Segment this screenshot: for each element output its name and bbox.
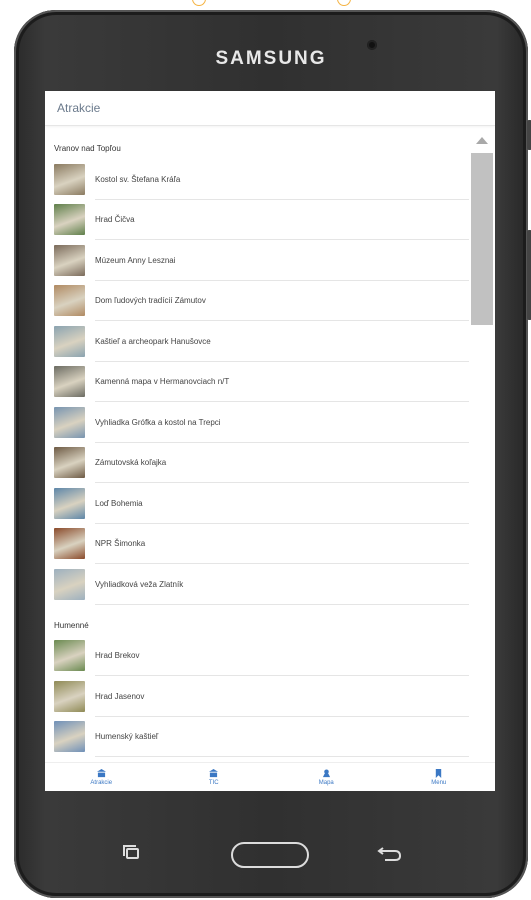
list-item[interactable]: Hrad Brekov xyxy=(45,636,469,677)
device-brand: SAMSUNG xyxy=(215,48,327,69)
front-camera xyxy=(367,40,377,50)
attraction-label: Hrad Jasenov xyxy=(95,691,145,701)
building-icon xyxy=(209,768,219,777)
attraction-label: Humenský kaštieľ xyxy=(95,732,159,742)
page-indicator-ring xyxy=(337,0,351,6)
app-header: Atrakcie xyxy=(45,91,495,126)
attractions-list[interactable]: Vranov nad Topľou Kostol sv. Štefana Krá… xyxy=(45,126,469,780)
list-item[interactable]: Múzeum Anny Lesznai xyxy=(45,240,469,281)
list-item[interactable]: Kostol sv. Štefana Kráľa xyxy=(45,159,469,200)
attraction-thumbnail xyxy=(54,163,85,195)
attraction-thumbnail xyxy=(54,487,85,519)
list-item[interactable]: Zámutovská koľajka xyxy=(45,443,469,484)
attraction-thumbnail xyxy=(54,325,85,357)
attraction-thumbnail xyxy=(54,568,85,600)
attraction-label: Kostol sv. Štefana Kráľa xyxy=(95,174,181,184)
scrollbar[interactable] xyxy=(471,129,493,783)
page-indicator-ring xyxy=(192,0,206,6)
app-screen: Atrakcie Vranov nad Topľou Kostol sv. Št… xyxy=(45,91,495,791)
section: Humenné Hrad Brekov Hrad Jasenov Humenský … xyxy=(45,605,469,758)
attraction-thumbnail xyxy=(54,680,85,712)
list-item[interactable]: Vyhliadka Grófka a kostol na Trepci xyxy=(45,402,469,443)
list-item[interactable]: Vyhliadková veža Zlatník xyxy=(45,564,469,605)
bookmark-icon xyxy=(436,768,442,778)
attraction-label: Kamenná mapa v Hermanovciach n/T xyxy=(95,377,230,387)
tab-tic[interactable]: TIC xyxy=(158,763,271,791)
scrollbar-thumb[interactable] xyxy=(471,153,493,325)
attraction-thumbnail xyxy=(54,285,85,317)
attraction-label: Vyhliadka Grófka a kostol na Trepci xyxy=(95,417,221,427)
attraction-label: Vyhliadková veža Zlatník xyxy=(95,579,184,589)
attraction-thumbnail xyxy=(54,406,85,438)
section-title: Humenné xyxy=(54,620,89,630)
volume-button xyxy=(527,120,531,150)
attraction-thumbnail xyxy=(54,366,85,398)
attraction-label: Loď Bohemia xyxy=(95,498,143,508)
list-item[interactable]: Dom ľudových tradícií Zámutov xyxy=(45,281,469,322)
tab-label: Atrakcie xyxy=(90,779,113,786)
list-item[interactable]: Kamenná mapa v Hermanovciach n/T xyxy=(45,362,469,403)
tab-label: TIC xyxy=(208,779,219,786)
attraction-label: Dom ľudových tradícií Zámutov xyxy=(95,296,206,306)
page-title: Atrakcie xyxy=(57,101,101,115)
attraction-thumbnail xyxy=(54,721,85,753)
recent-apps-button[interactable] xyxy=(123,845,139,859)
back-button[interactable] xyxy=(377,846,403,862)
scroll-up-arrow-icon[interactable] xyxy=(476,137,488,144)
tab-atrakcie[interactable]: Atrakcie xyxy=(45,763,158,791)
page-indicator xyxy=(0,0,531,6)
attraction-label: NPR Šimonka xyxy=(95,539,146,549)
attraction-thumbnail xyxy=(54,204,85,236)
tab-menu[interactable]: Menu xyxy=(383,763,496,791)
attraction-thumbnail xyxy=(54,447,85,479)
list-item[interactable]: Kaštieľ a archeopark Hanušovce xyxy=(45,321,469,362)
attraction-thumbnail xyxy=(54,244,85,276)
attraction-thumbnail xyxy=(54,640,85,672)
attraction-label: Múzeum Anny Lesznai xyxy=(95,255,176,265)
attraction-label: Hrad Čičva xyxy=(95,215,135,225)
attraction-label: Hrad Brekov xyxy=(95,651,140,661)
attraction-label: Zámutovská koľajka xyxy=(95,458,167,468)
attraction-label: Kaštieľ a archeopark Hanušovce xyxy=(95,336,211,346)
map-icon xyxy=(322,768,330,777)
home-button[interactable] xyxy=(231,842,309,868)
list-item[interactable]: Hrad Jasenov xyxy=(45,676,469,717)
section-title: Vranov nad Topľou xyxy=(54,144,121,153)
tab-label: Menu xyxy=(431,779,447,786)
building-icon xyxy=(96,768,106,777)
tab-label: Mapa xyxy=(318,779,334,786)
tablet-frame: SAMSUNG Atrakcie Vranov nad Topľou Kosto… xyxy=(14,10,531,898)
tab-mapa[interactable]: Mapa xyxy=(270,763,383,791)
list-item[interactable]: NPR Šimonka xyxy=(45,524,469,565)
section: Vranov nad Topľou Kostol sv. Štefana Krá… xyxy=(45,126,469,605)
list-item[interactable]: Humenský kaštieľ xyxy=(45,717,469,758)
power-button xyxy=(527,230,531,320)
list-item[interactable]: Loď Bohemia xyxy=(45,483,469,524)
list-item[interactable]: Hrad Čičva xyxy=(45,200,469,241)
bottom-tab-bar: Atrakcie TIC Mapa Menu xyxy=(45,762,495,791)
attraction-thumbnail xyxy=(54,528,85,560)
